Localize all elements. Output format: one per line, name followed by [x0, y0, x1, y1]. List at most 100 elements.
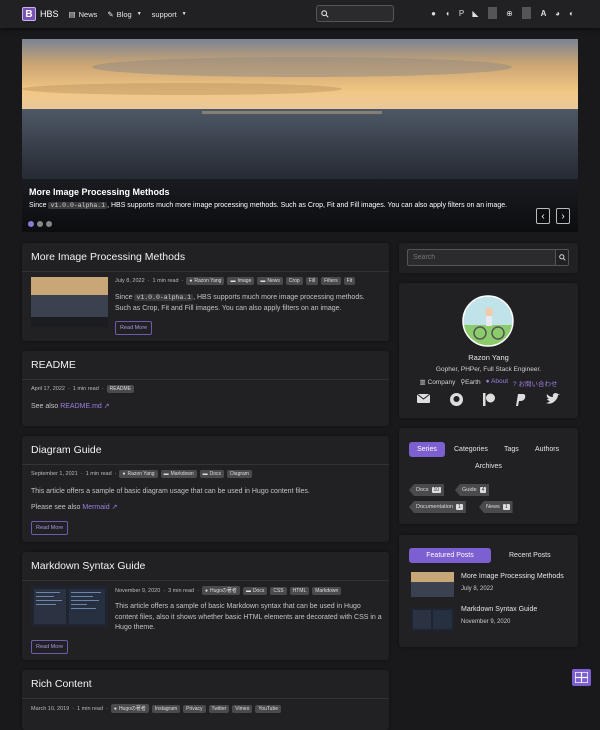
sidebar-search-input[interactable] [407, 249, 556, 266]
category-tag[interactable]: ▬ Image [227, 277, 255, 285]
carousel-next-button[interactable]: › [556, 208, 570, 224]
tag[interactable]: Diagram [227, 470, 252, 478]
palette-icon[interactable]: ◕ [553, 7, 562, 19]
post-thumbnail[interactable] [31, 277, 108, 327]
brand-logo: B [22, 7, 36, 21]
tag[interactable]: CSS [270, 586, 287, 595]
tag[interactable]: YouTube [255, 704, 282, 713]
featured-post-thumbnail[interactable] [411, 572, 454, 597]
hero-caption: Since v1.0.0-alpha.1, HBS supports much … [29, 202, 507, 209]
post-thumbnail[interactable] [31, 586, 108, 636]
nav-link-support[interactable]: support ▼ [152, 10, 187, 19]
author-tag[interactable]: ● Hugoの著者 [110, 704, 149, 713]
hero-carousel[interactable]: More Image Processing Methods Since v1.0… [22, 39, 578, 232]
category-tag[interactable]: ▬ Markdown [160, 470, 197, 478]
tab-archives[interactable]: Archives [475, 463, 502, 470]
series-label: Guide [462, 487, 477, 493]
tag[interactable]: Crop [285, 277, 303, 285]
series-tag[interactable]: Docs 10 [409, 484, 445, 496]
author-name: Hugoの著者 [118, 706, 146, 712]
tag[interactable]: HTML [289, 586, 310, 595]
theme-toggle-icon[interactable]: ◐ [567, 7, 576, 19]
category-tag[interactable]: ▬ Docs [199, 470, 225, 478]
nav-link-blog[interactable]: ✎ Blog ▼ [107, 10, 141, 19]
read-more-button[interactable]: Read More [115, 321, 153, 335]
patreon-icon[interactable]: ◖ [443, 7, 452, 19]
brand[interactable]: B HBS [22, 7, 59, 21]
tag[interactable]: Fit [343, 277, 356, 285]
read-more-button[interactable]: Read More [31, 640, 69, 654]
paypal-icon[interactable] [514, 393, 526, 406]
twitter-icon[interactable] [546, 393, 560, 405]
series-tag[interactable]: Documentation 1 [409, 501, 466, 513]
series-tag[interactable]: News 1 [479, 501, 513, 513]
author-tag[interactable]: ● Razon Yang [186, 277, 225, 285]
tab-categories[interactable]: Categories [454, 446, 488, 453]
post-date: September 1, 2021 [31, 471, 78, 477]
tag[interactable]: Markdown [312, 586, 342, 595]
featured-post-title[interactable]: More Image Processing Methods [461, 573, 564, 580]
about-link[interactable]: ● About [486, 378, 508, 388]
contact-link[interactable]: ? お問い合わせ [513, 378, 557, 388]
grid-menu-button[interactable] [572, 669, 591, 686]
post-reading-time: 1 min read [77, 705, 104, 712]
tag[interactable]: Twitter [208, 704, 230, 713]
post-reading-time: 3 min read [168, 587, 195, 594]
carousel-indicators [28, 221, 52, 227]
tab-tags[interactable]: Tags [504, 446, 519, 453]
post-title[interactable]: Rich Content [22, 670, 389, 699]
carousel-dot[interactable] [46, 221, 52, 227]
post-title[interactable]: Diagram Guide [22, 436, 389, 465]
readme-link[interactable]: README.md [60, 403, 102, 410]
tag[interactable]: Filters [321, 277, 341, 285]
sidebar-search-button[interactable] [555, 249, 569, 266]
author-tag[interactable]: ● Hugoの著者 [201, 586, 240, 595]
nav-search-input[interactable] [316, 5, 394, 22]
author-name: Razon Yang [194, 278, 222, 284]
patreon-icon[interactable] [482, 393, 495, 406]
post-title[interactable]: Markdown Syntax Guide [22, 552, 389, 581]
featured-post-date: July 8, 2022 [461, 586, 494, 592]
post-title[interactable]: README [22, 351, 389, 380]
tab-authors[interactable]: Authors [535, 446, 559, 453]
read-more-button[interactable]: Read More [31, 521, 69, 535]
rss-icon[interactable]: ◣ [471, 7, 480, 19]
hero-title[interactable]: More Image Processing Methods [29, 187, 170, 197]
featured-post-title[interactable]: Markdown Syntax Guide [461, 606, 537, 613]
font-size-icon[interactable]: A [539, 7, 548, 19]
tag[interactable]: Instagram [151, 704, 181, 713]
carousel-dot[interactable] [28, 221, 34, 227]
github-icon[interactable]: ● [429, 7, 438, 19]
tag[interactable]: Fill [305, 277, 319, 285]
category-tag[interactable]: ▬ Docs [242, 586, 268, 595]
carousel-prev-button[interactable]: ‹ [536, 208, 550, 224]
language-icon[interactable]: ⊕ [505, 7, 514, 19]
tab-recent-posts[interactable]: Recent Posts [509, 552, 551, 559]
post-title[interactable]: More Image Processing Methods [22, 243, 389, 272]
github-icon[interactable] [449, 393, 463, 406]
category-name: Docs [209, 471, 222, 477]
author-tag[interactable]: ● Razon Yang [119, 470, 158, 478]
category-tag[interactable]: ▬ News [257, 277, 283, 285]
building-icon: ▥ [419, 379, 426, 386]
mermaid-link[interactable]: Mermaid [82, 504, 109, 511]
featured-post-date: November 9, 2020 [461, 619, 511, 625]
series-tag[interactable]: Guide 4 [455, 484, 490, 496]
hero-caption-text: , HBS supports much more image processin… [107, 202, 508, 209]
tab-featured-posts[interactable]: Featured Posts [409, 548, 491, 563]
tag[interactable]: Privacy [183, 704, 206, 713]
tab-series[interactable]: Series [409, 442, 445, 457]
avatar[interactable] [462, 295, 514, 347]
carousel-dot[interactable] [37, 221, 43, 227]
grid-icon [575, 672, 588, 683]
company-label: Company [427, 379, 456, 386]
meta-sep: · [101, 386, 104, 392]
tag[interactable]: Vimeo [232, 704, 253, 713]
post-meta: July 8, 2022 · 1 min read · ● Razon Yang ▬ I… [115, 277, 356, 285]
featured-post-thumbnail[interactable] [411, 608, 454, 631]
tag[interactable]: README [106, 385, 135, 393]
post-card: README April 17, 2022 · 1 min read · READM… [22, 351, 389, 426]
email-icon[interactable] [417, 393, 430, 404]
nav-link-news[interactable]: ▤ News [69, 10, 98, 19]
paypal-icon[interactable]: P [457, 7, 466, 19]
